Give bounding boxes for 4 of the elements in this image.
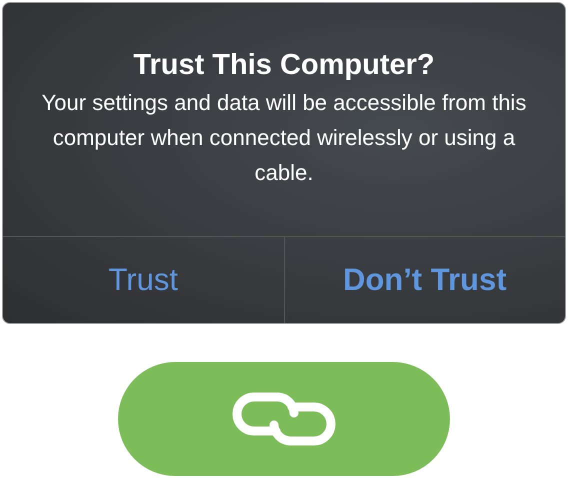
- alert-button[interactable]: Trust: [3, 237, 284, 323]
- alert-button[interactable]: Don’t Trust: [284, 237, 565, 323]
- alert-message: Your settings and data will be accessible from this computer when connected wirelessly or using a cable.: [40, 89, 528, 187]
- alert-title: Trust This Computer?: [133, 48, 435, 83]
